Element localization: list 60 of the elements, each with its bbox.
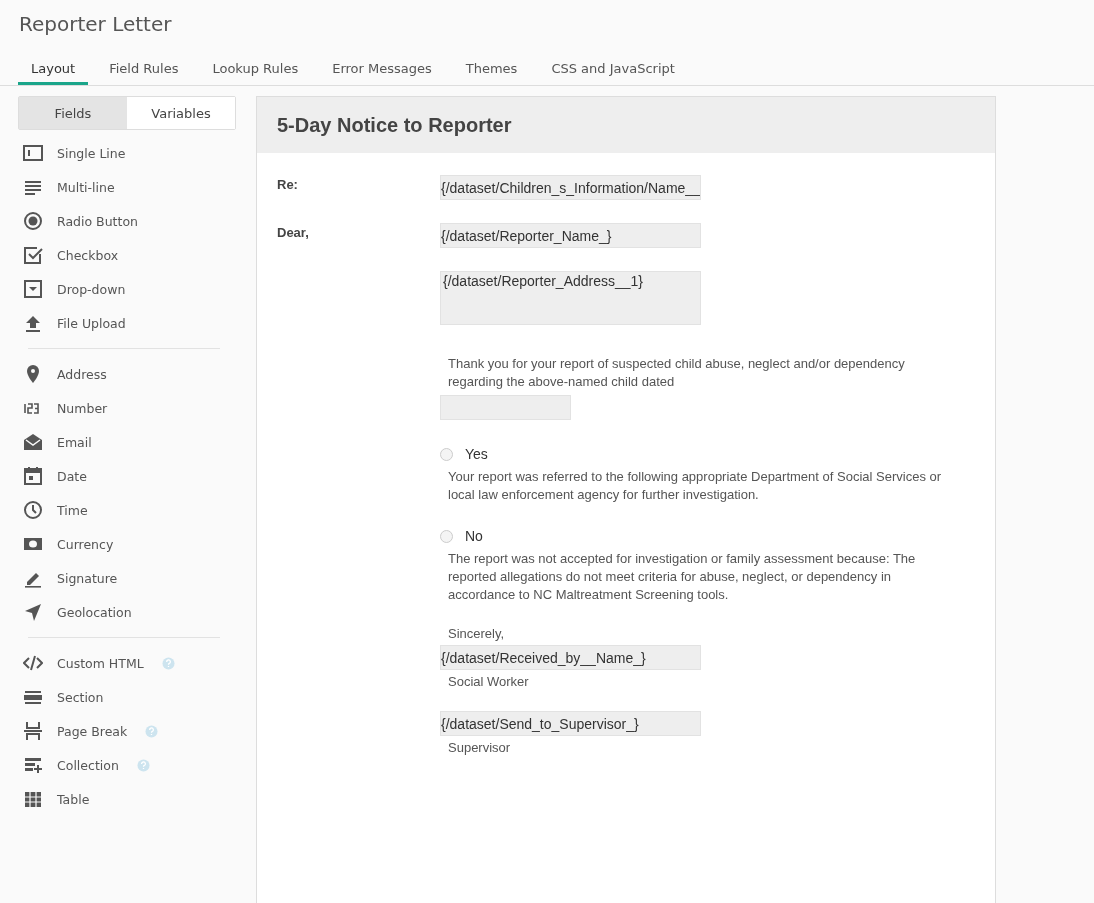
table-icon	[23, 789, 43, 809]
checkbox-icon	[23, 245, 43, 265]
caption: Sincerely,	[448, 626, 506, 641]
tab[interactable]: Field Rules	[96, 61, 192, 85]
toggle-button[interactable]: Fields	[19, 97, 127, 129]
tab[interactable]: Lookup Rules	[199, 61, 312, 85]
toggle-button[interactable]: Variables	[127, 97, 235, 129]
clock-icon	[23, 500, 43, 520]
tab[interactable]: Themes	[452, 61, 531, 85]
field-type-item[interactable]: File Upload	[18, 306, 254, 340]
tab[interactable]: Error Messages	[319, 61, 445, 85]
form-title: 5-Day Notice to Reporter	[277, 113, 512, 137]
text-field-icon	[23, 143, 43, 163]
field-type-item[interactable]: Single Line	[18, 136, 254, 170]
field-type-item[interactable]: Multi-line	[18, 170, 254, 204]
field-type-item[interactable]: Time	[18, 493, 254, 527]
radio-icon	[23, 211, 43, 231]
field-type-item[interactable]: Address	[18, 357, 254, 391]
field-label: Dear,	[277, 225, 309, 240]
list-plus-icon	[23, 755, 43, 775]
field-type-item[interactable]: Table	[18, 782, 254, 816]
page-title: Reporter Letter	[18, 11, 173, 38]
field-type-item[interactable]: Collection	[18, 748, 254, 782]
page-break-icon	[23, 721, 43, 741]
field-type-item[interactable]: Checkbox	[18, 238, 254, 272]
field-type-item[interactable]: Section	[18, 680, 254, 714]
radio-option[interactable]: Yes	[440, 444, 995, 464]
input-field[interactable]	[440, 395, 571, 420]
input-field[interactable]: {/dataset/Received_by__Name_}	[440, 645, 701, 670]
paragraph: The report was not accepted for investigation or family assessment because: The reported allegations do not meet criteria for abuse, neglect, or dependency in accordance to NC Maltreatment Screening tools.	[448, 550, 917, 604]
help-icon[interactable]	[145, 724, 159, 738]
caption: Social Worker	[448, 674, 530, 689]
input-field[interactable]: {/dataset/Reporter_Name_}	[440, 223, 701, 248]
help-icon[interactable]	[136, 758, 150, 772]
field-type-item[interactable]: Number	[18, 391, 254, 425]
field-label: Re:	[277, 177, 298, 192]
caption: Supervisor	[448, 740, 512, 755]
input-field[interactable]: {/dataset/Send_to_Supervisor_}	[440, 711, 701, 736]
field-type-item[interactable]: Email	[18, 425, 254, 459]
envelope-icon	[23, 432, 43, 452]
field-type-item[interactable]: Signature	[18, 561, 254, 595]
paragraph: Your report was referred to the following appropriate Department of Social Services or local law enforcement agency for further investigation.	[448, 468, 943, 504]
field-type-item[interactable]: Drop-down	[18, 272, 254, 306]
radio-option[interactable]: No	[440, 526, 995, 546]
text-area[interactable]: {/dataset/Reporter_Address__1}	[440, 271, 701, 325]
upload-icon	[23, 313, 43, 333]
field-type-item[interactable]: Radio Button	[18, 204, 254, 238]
help-icon[interactable]	[161, 656, 175, 670]
calendar-icon	[23, 466, 43, 486]
field-type-item[interactable]: Date	[18, 459, 254, 493]
dropdown-icon	[23, 279, 43, 299]
field-type-item[interactable]: Page Break	[18, 714, 254, 748]
field-type-item[interactable]: Custom HTML	[18, 646, 254, 680]
tab[interactable]: CSS and JavaScript	[538, 61, 688, 85]
field-type-item[interactable]: Currency	[18, 527, 254, 561]
field-type-item[interactable]: Geolocation	[18, 595, 254, 629]
code-icon	[23, 653, 43, 673]
navigation-arrow-icon	[23, 602, 43, 622]
paragraph: Thank you for your report of suspected child abuse, neglect and/or dependency regarding the above-named child dated	[448, 355, 906, 391]
tab[interactable]: Layout	[18, 61, 89, 85]
